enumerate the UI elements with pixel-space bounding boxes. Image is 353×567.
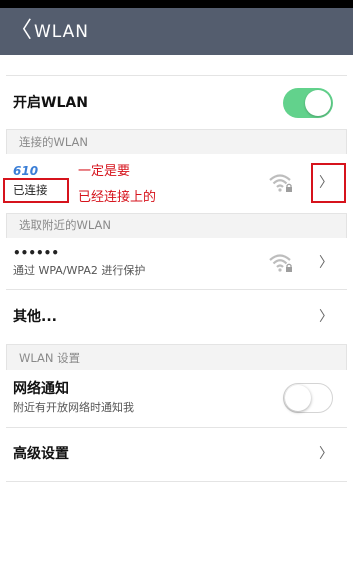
nearby-section-header: 选取附近的WLAN <box>6 214 347 238</box>
chevron-right-icon[interactable]: 〉 <box>319 308 333 326</box>
chevron-right-icon[interactable]: 〉 <box>319 254 333 272</box>
nearby-network-security: 通过 WPA/WPA2 进行保护 <box>13 264 146 277</box>
chevron-right-icon[interactable]: 〉 <box>319 445 333 463</box>
advanced-settings-label: 高级设置 <box>13 446 69 462</box>
back-icon[interactable]: 〈 <box>10 17 32 45</box>
connected-section-label: 连接的WLAN <box>19 135 89 149</box>
other-network-label: 其他... <box>13 309 57 325</box>
nearby-network-row[interactable]: •••••• 通过 WPA/WPA2 进行保护 〉 <box>6 238 347 290</box>
connected-network-ssid: 610 <box>13 164 39 178</box>
network-notify-title: 网络通知 <box>13 381 69 397</box>
toggle-knob <box>305 90 331 116</box>
app-header: 〈 WLAN <box>0 8 353 55</box>
page-title: WLAN <box>34 22 90 42</box>
status-bar <box>0 0 353 8</box>
wlan-toggle-row[interactable]: 开启WLAN <box>6 75 347 130</box>
nearby-section-label: 选取附近的WLAN <box>19 218 112 232</box>
wifi-lock-icon <box>269 254 292 272</box>
settings-section-label: WLAN 设置 <box>19 351 81 365</box>
annotation-box-status <box>3 178 69 203</box>
annotation-box-chevron <box>311 163 346 203</box>
annotation-text-line2: 已经连接上的 <box>78 190 157 205</box>
nearby-network-ssid: •••••• <box>13 246 60 260</box>
other-network-row[interactable]: 其他... 〉 <box>6 290 347 345</box>
annotation-text-line1: 一定是要 <box>78 164 131 179</box>
wlan-toggle-label: 开启WLAN <box>13 95 88 111</box>
wifi-lock-icon <box>269 174 292 192</box>
connected-section-header: 连接的WLAN <box>6 130 347 154</box>
network-notify-row[interactable]: 网络通知 附近有开放网络时通知我 <box>6 370 347 428</box>
wlan-toggle-switch[interactable] <box>283 88 333 118</box>
advanced-settings-row[interactable]: 高级设置 〉 <box>6 428 347 482</box>
settings-section-header: WLAN 设置 <box>6 345 347 370</box>
toggle-knob <box>285 385 311 411</box>
network-notify-subtitle: 附近有开放网络时通知我 <box>13 401 134 414</box>
network-notify-switch[interactable] <box>283 383 333 413</box>
